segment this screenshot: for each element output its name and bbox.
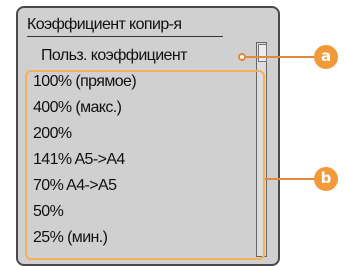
scroll-thumb[interactable] [258,44,267,62]
list-item[interactable]: 70% A4->A5 [27,174,253,198]
list-item[interactable]: 400% (макс.) [27,96,253,120]
copy-ratio-screen: Коэффициент копир-я Польз. коэффициент 1… [0,0,344,266]
callout-b-badge: b [314,167,338,191]
callout-a-badge: a [314,45,338,69]
copy-ratio-list: Польз. коэффициент 100% (прямое) 400% (м… [27,44,253,259]
panel-title: Коэффициент копир-я [27,14,223,37]
list-item[interactable]: 100% (прямое) [27,70,253,94]
callout-a-anchor-dot [238,53,246,61]
list-item[interactable]: 200% [27,122,253,146]
list-item[interactable]: 50% [27,200,253,224]
scrollbar[interactable] [256,42,267,257]
list-item[interactable]: 25% (мин.) [27,226,253,250]
list-item-custom-ratio[interactable]: Польз. коэффициент [35,44,261,68]
list-item[interactable]: 141% A5->A4 [27,148,253,172]
